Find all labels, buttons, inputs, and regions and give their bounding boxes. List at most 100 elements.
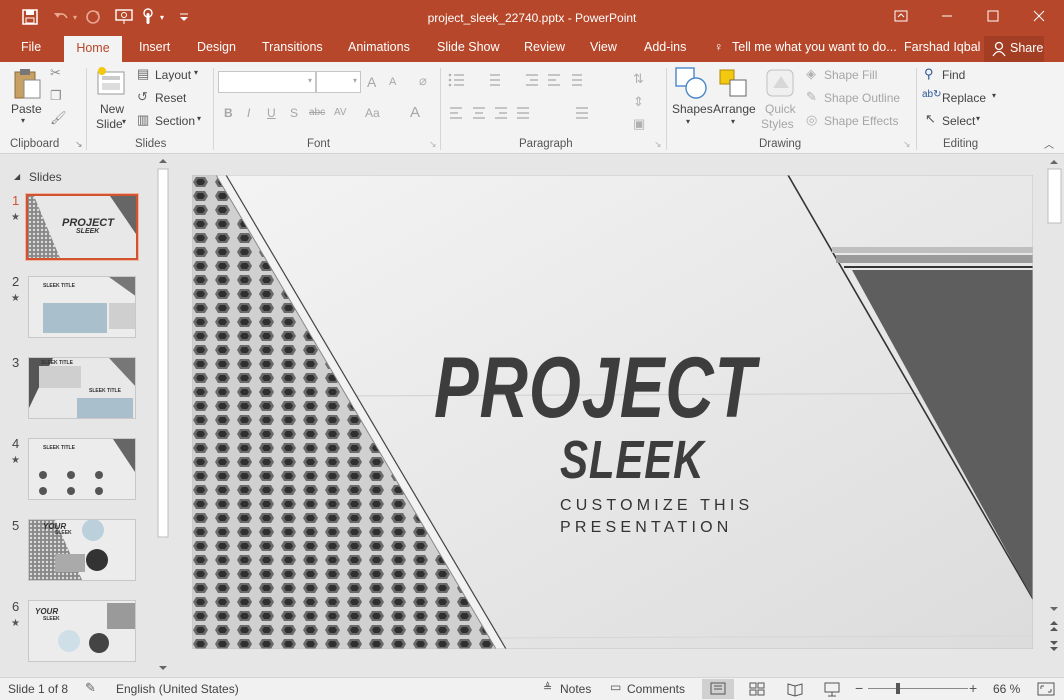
maximize-icon[interactable]	[970, 0, 1016, 32]
slide-thumb-3[interactable]: SLEEK TITLE SLEEK TITLE	[28, 357, 136, 419]
user-name[interactable]: Farshad Iqbal	[904, 40, 980, 54]
slide-canvas[interactable]: PROJECT SLEEK CUSTOMIZE THIS PRESENTATIO…	[192, 175, 1033, 649]
tab-addins[interactable]: Add-ins	[644, 40, 686, 54]
text-direction-icon[interactable]: ⇅	[633, 71, 644, 87]
cut-icon[interactable]: ✂	[50, 65, 61, 81]
font-launcher-icon[interactable]: ↘	[429, 139, 437, 150]
tab-animations[interactable]: Animations	[348, 40, 410, 54]
tab-slideshow[interactable]: Slide Show	[437, 40, 500, 54]
minimize-icon[interactable]	[924, 0, 970, 32]
format-painter-icon[interactable]: 🖌	[50, 110, 67, 126]
layout-dropdown-icon[interactable]: ▾	[194, 68, 198, 77]
new-slide-icon[interactable]	[96, 66, 126, 100]
copy-icon[interactable]: ❐	[50, 88, 62, 104]
collapse-ribbon-icon[interactable]: ︿	[1044, 136, 1054, 151]
layout-button[interactable]: Layout	[155, 68, 191, 82]
slide-thumb-4[interactable]: SLEEK TITLE	[28, 438, 136, 500]
font-family-combo[interactable]: ▾	[218, 71, 316, 93]
slide-tagline-1[interactable]: CUSTOMIZE THIS	[560, 497, 753, 515]
tab-home[interactable]: Home	[64, 36, 122, 62]
shape-effects-button[interactable]: Shape Effects	[824, 114, 899, 128]
quick-styles-icon[interactable]	[765, 68, 797, 100]
reset-icon[interactable]: ↺	[137, 89, 148, 105]
arrange-button[interactable]: Arrange	[713, 102, 756, 116]
paragraph-launcher-icon[interactable]: ↘	[654, 139, 662, 150]
shadow-button[interactable]: S	[290, 106, 298, 120]
select-icon[interactable]: ↖	[925, 111, 936, 127]
shape-outline-button[interactable]: Shape Outline	[824, 91, 900, 105]
slides-panel-scrollbar[interactable]	[156, 156, 170, 676]
section-icon[interactable]: ▥	[137, 112, 149, 128]
normal-view-button[interactable]	[702, 679, 734, 699]
tab-file[interactable]: File	[21, 40, 41, 54]
ribbon-display-options-icon[interactable]	[878, 0, 924, 32]
comments-icon[interactable]: ▭	[610, 680, 621, 694]
tab-transitions[interactable]: Transitions	[262, 40, 323, 54]
tab-insert[interactable]: Insert	[139, 40, 170, 54]
layout-icon[interactable]: ▤	[137, 66, 149, 82]
replace-icon[interactable]: ab↻	[922, 89, 942, 100]
collapse-icon[interactable]: ◢	[14, 172, 20, 181]
shape-fill-icon[interactable]: ◈	[806, 66, 816, 82]
shrink-font-icon[interactable]: A	[389, 76, 396, 88]
slideshow-view-icon[interactable]	[823, 679, 841, 699]
spell-check-icon[interactable]: ✎	[85, 680, 96, 696]
zoom-out-icon[interactable]: −	[855, 680, 863, 696]
slide-thumb-1[interactable]: PROJECT SLEEK	[25, 193, 139, 261]
slide-tagline-2[interactable]: PRESENTATION	[560, 519, 733, 537]
replace-button[interactable]: Replace	[942, 91, 986, 105]
notes-button[interactable]: Notes	[560, 682, 591, 696]
drawing-launcher-icon[interactable]: ↘	[903, 139, 911, 150]
underline-button[interactable]: U	[267, 106, 276, 120]
change-case-button[interactable]: Aa	[365, 106, 380, 120]
bold-button[interactable]: B	[224, 106, 233, 120]
reset-button[interactable]: Reset	[155, 91, 186, 105]
slide-subtitle[interactable]: SLEEK	[560, 433, 704, 487]
new-slide-dropdown-icon[interactable]: ▾	[122, 117, 126, 126]
zoom-level[interactable]: 66 %	[993, 682, 1020, 696]
shape-fill-button[interactable]: Shape Fill	[824, 68, 877, 82]
char-spacing-button[interactable]: AV	[334, 107, 347, 118]
smartart-icon[interactable]: ▣	[633, 116, 645, 132]
language-indicator[interactable]: English (United States)	[116, 682, 239, 696]
shapes-icon[interactable]	[674, 66, 708, 100]
quick-styles-label-1[interactable]: Quick	[765, 102, 796, 116]
clear-format-icon[interactable]: ⌀	[419, 73, 427, 89]
shapes-button[interactable]: Shapes	[672, 102, 713, 116]
section-button[interactable]: Section	[155, 114, 195, 128]
zoom-in-icon[interactable]: +	[969, 680, 977, 696]
slide-sorter-icon[interactable]	[748, 679, 766, 699]
paste-button[interactable]: Paste	[11, 102, 42, 116]
new-slide-label-1[interactable]: New	[100, 102, 124, 116]
editor-scrollbar[interactable]	[1045, 155, 1064, 677]
new-slide-label-2[interactable]: Slide	[96, 117, 123, 131]
zoom-slider-thumb[interactable]	[896, 683, 900, 694]
select-button[interactable]: Select	[942, 114, 975, 128]
paste-icon[interactable]	[12, 68, 42, 100]
tell-me-search[interactable]: Tell me what you want to do...	[732, 40, 897, 54]
tab-view[interactable]: View	[590, 40, 617, 54]
quick-styles-label-2[interactable]: Styles	[761, 117, 794, 131]
shape-effects-icon[interactable]: ◎	[806, 112, 817, 128]
select-dropdown-icon[interactable]: ▾	[976, 114, 980, 123]
close-icon[interactable]	[1016, 0, 1062, 32]
arrange-icon[interactable]	[718, 68, 750, 100]
reading-view-icon[interactable]	[786, 679, 804, 699]
font-color-button[interactable]: A	[410, 104, 420, 121]
slide-title[interactable]: PROJECT	[434, 345, 756, 431]
italic-button[interactable]: I	[247, 106, 250, 120]
tab-design[interactable]: Design	[197, 40, 236, 54]
paste-dropdown-icon[interactable]: ▾	[21, 116, 25, 125]
slide-thumb-6[interactable]: YOUR SLEEK	[28, 600, 136, 662]
shape-outline-icon[interactable]: ✎	[806, 89, 817, 105]
align-text-icon[interactable]: ⇕	[633, 94, 644, 110]
slide-thumb-5[interactable]: YOUR SLEEK	[28, 519, 136, 581]
strikethrough-button[interactable]: abc	[309, 107, 325, 118]
share-button[interactable]: Share	[984, 36, 1044, 62]
section-dropdown-icon[interactable]: ▾	[197, 114, 201, 123]
clipboard-launcher-icon[interactable]: ↘	[75, 139, 83, 150]
shapes-dropdown-icon[interactable]: ▾	[686, 117, 690, 126]
fit-slide-icon[interactable]	[1036, 681, 1056, 697]
font-size-combo[interactable]: ▾	[316, 71, 361, 93]
slide-thumb-2[interactable]: SLEEK TITLE	[28, 276, 136, 338]
